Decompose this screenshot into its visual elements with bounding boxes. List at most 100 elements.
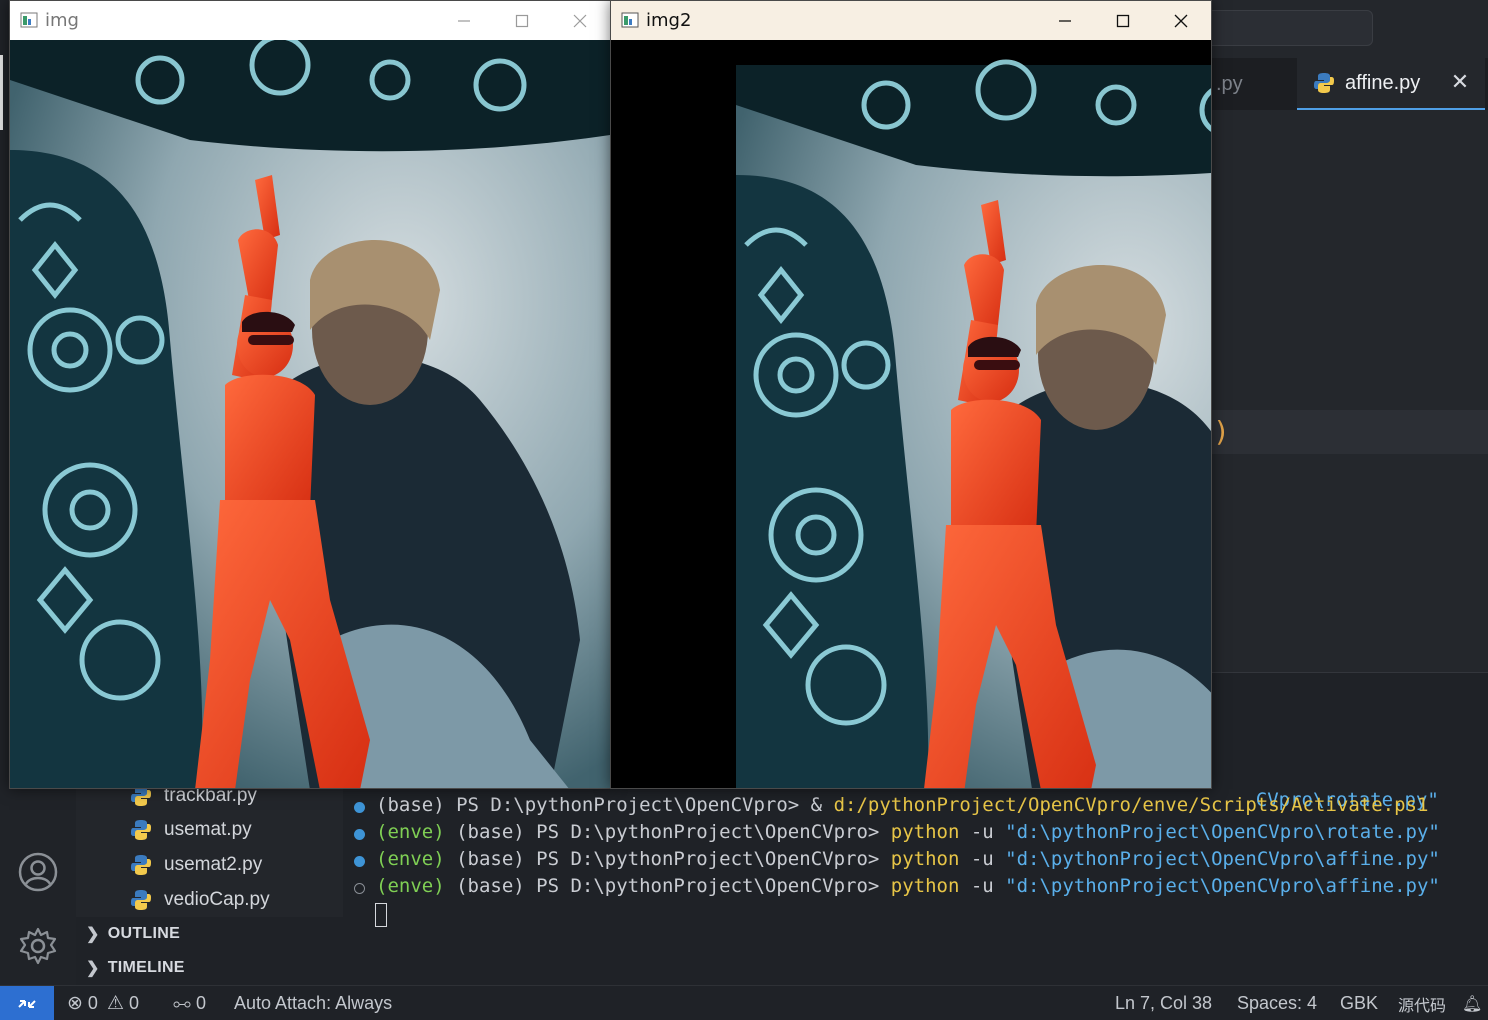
minimize-icon (1059, 19, 1071, 22)
window-title: img (45, 10, 79, 31)
code-fragment: ) (1213, 415, 1230, 448)
cursor-position-status[interactable]: Ln 7, Col 38 (1115, 986, 1212, 1020)
maximize-icon (1116, 14, 1130, 27)
current-line-highlight (1212, 410, 1488, 454)
terminal-line: (base) PS D:\pythonProject\OpenCVpro> & … (376, 794, 1428, 821)
auto-attach-status[interactable]: Auto Attach: Always (234, 986, 392, 1020)
terminal-segment: (enve) (376, 848, 445, 870)
close-icon[interactable]: ✕ (1449, 71, 1471, 93)
opencv-window-img[interactable]: img (9, 0, 611, 789)
python-file-icon (131, 820, 151, 840)
file-item-vediocap[interactable]: vedioCap.py (130, 885, 270, 915)
warning-icon: ⚠ (106, 993, 124, 1014)
command-decoration-dot[interactable] (354, 802, 365, 813)
terminal-segment: (base) PS D:\pythonProject\OpenCVpro> (444, 848, 891, 870)
maximize-button[interactable] (493, 1, 551, 40)
ports-indicator[interactable]: ⧟ 0 (173, 986, 206, 1020)
indentation-label: Spaces: 4 (1237, 993, 1318, 1013)
terminal-cursor (375, 903, 387, 927)
close-button[interactable] (551, 1, 609, 40)
terminal-segment: -u (959, 875, 1006, 897)
terminal-segment: -u (959, 821, 1006, 843)
indentation-status[interactable]: Spaces: 4 (1237, 986, 1317, 1020)
problems-indicator[interactable]: ⊗ 0 ⚠ 0 (67, 986, 139, 1020)
error-icon: ⊗ (67, 993, 83, 1014)
warning-count: 0 (128, 993, 139, 1013)
close-icon (573, 14, 587, 27)
tab-label: affine.py (1345, 71, 1421, 94)
auto-attach-label: Auto Attach: Always (234, 993, 393, 1013)
terminal-segment: python (890, 875, 960, 897)
terminal-segment: "d:\pythonProject\OpenCVpro\affine.py" (1005, 848, 1440, 870)
window-titlebar[interactable]: img2 (611, 1, 1211, 40)
minimize-button[interactable] (435, 1, 493, 40)
terminal-segment: d:/pythonProject/OpenCVpro/enve/Scripts/… (833, 794, 1429, 816)
file-name: usemat.py (164, 819, 252, 840)
file-item-usemat2[interactable]: usemat2.py (130, 850, 262, 880)
app-icon (20, 12, 38, 28)
terminal-segment: "d:\pythonProject\OpenCVpro\rotate.py" (1005, 821, 1440, 843)
photo-image (10, 40, 610, 788)
command-center-search[interactable] (1193, 10, 1373, 46)
language-status[interactable]: 源代码 (1398, 986, 1446, 1020)
outline-section-header[interactable]: ❯ OUTLINE (86, 920, 180, 948)
tab-affine-py[interactable]: affine.py ✕ (1297, 58, 1485, 110)
chevron-right-icon: ❯ (86, 926, 100, 943)
terminal-segment: (base) PS D:\pythonProject\OpenCVpro> (444, 821, 891, 843)
section-title: TIMELINE (107, 959, 185, 976)
window-title: img2 (646, 10, 692, 31)
maximize-button[interactable] (1094, 1, 1152, 40)
python-file-icon (1314, 73, 1334, 93)
settings-gear-icon[interactable] (16, 924, 60, 968)
file-name: usemat2.py (164, 854, 263, 875)
encoding-status[interactable]: GBK (1340, 986, 1378, 1020)
ports-count: 0 (196, 993, 207, 1013)
terminal-segment: python (890, 821, 960, 843)
remote-icon (18, 999, 36, 1008)
terminal-segment: "d:\pythonProject\OpenCVpro\affine.py" (1005, 875, 1440, 897)
accounts-icon[interactable] (16, 850, 60, 894)
command-decoration-dot[interactable] (354, 856, 365, 867)
terminal-segment: (enve) (376, 875, 445, 897)
error-count: 0 (87, 993, 98, 1013)
terminal-partial-line: CVpro\rotate.py" (1255, 789, 1439, 811)
language-label: 源代码 (1398, 997, 1447, 1015)
activity-active-indicator (0, 55, 3, 130)
command-decoration-dot[interactable] (354, 829, 365, 840)
terminal-line: (enve) (base) PS D:\pythonProject\OpenCV… (376, 875, 1440, 902)
tab-label: .py (1216, 72, 1243, 95)
window-titlebar[interactable]: img (10, 1, 610, 40)
feedback-icon[interactable]: 🔔︎ (1462, 986, 1482, 1020)
terminal-segment: (base) PS D:\pythonProject\OpenCVpro> & (376, 794, 834, 816)
status-bar: ⊗ 0 ⚠ 0 ⧟ 0 Auto Attach: Always Ln 7, Co… (0, 985, 1488, 1020)
terminal-line: (enve) (base) PS D:\pythonProject\OpenCV… (376, 848, 1440, 875)
python-file-icon (131, 890, 151, 910)
minimize-button[interactable] (1036, 1, 1094, 40)
file-item-usemat[interactable]: usemat.py (130, 815, 252, 845)
remote-indicator-button[interactable] (0, 986, 54, 1020)
section-title: OUTLINE (107, 925, 181, 942)
terminal-segment: (base) PS D:\pythonProject\OpenCVpro> (444, 875, 891, 897)
bell-icon: 🔔︎ (1462, 995, 1483, 1013)
photo-image-translated (611, 40, 1211, 788)
image-canvas (10, 40, 610, 788)
file-name: vedioCap.py (164, 889, 270, 910)
terminal-segment: -u (959, 848, 1006, 870)
broadcast-icon: ⧟ (173, 993, 191, 1013)
command-decoration-dot[interactable] (354, 883, 365, 894)
cursor-position-label: Ln 7, Col 38 (1115, 993, 1213, 1013)
maximize-icon (515, 14, 529, 27)
tab-inactive[interactable]: .py (1212, 58, 1296, 110)
terminal-segment: python (890, 848, 960, 870)
chevron-right-icon: ❯ (86, 960, 100, 977)
timeline-section-header[interactable]: ❯ TIMELINE (86, 954, 185, 982)
encoding-label: GBK (1340, 993, 1379, 1013)
python-file-icon (131, 855, 151, 875)
close-button[interactable] (1152, 1, 1210, 40)
minimize-icon (458, 19, 470, 22)
app-icon (621, 12, 639, 28)
terminal-segment: (enve) (376, 821, 445, 843)
image-canvas (611, 40, 1211, 788)
opencv-window-img2[interactable]: img2 (610, 0, 1212, 789)
terminal-line: (enve) (base) PS D:\pythonProject\OpenCV… (376, 821, 1440, 848)
